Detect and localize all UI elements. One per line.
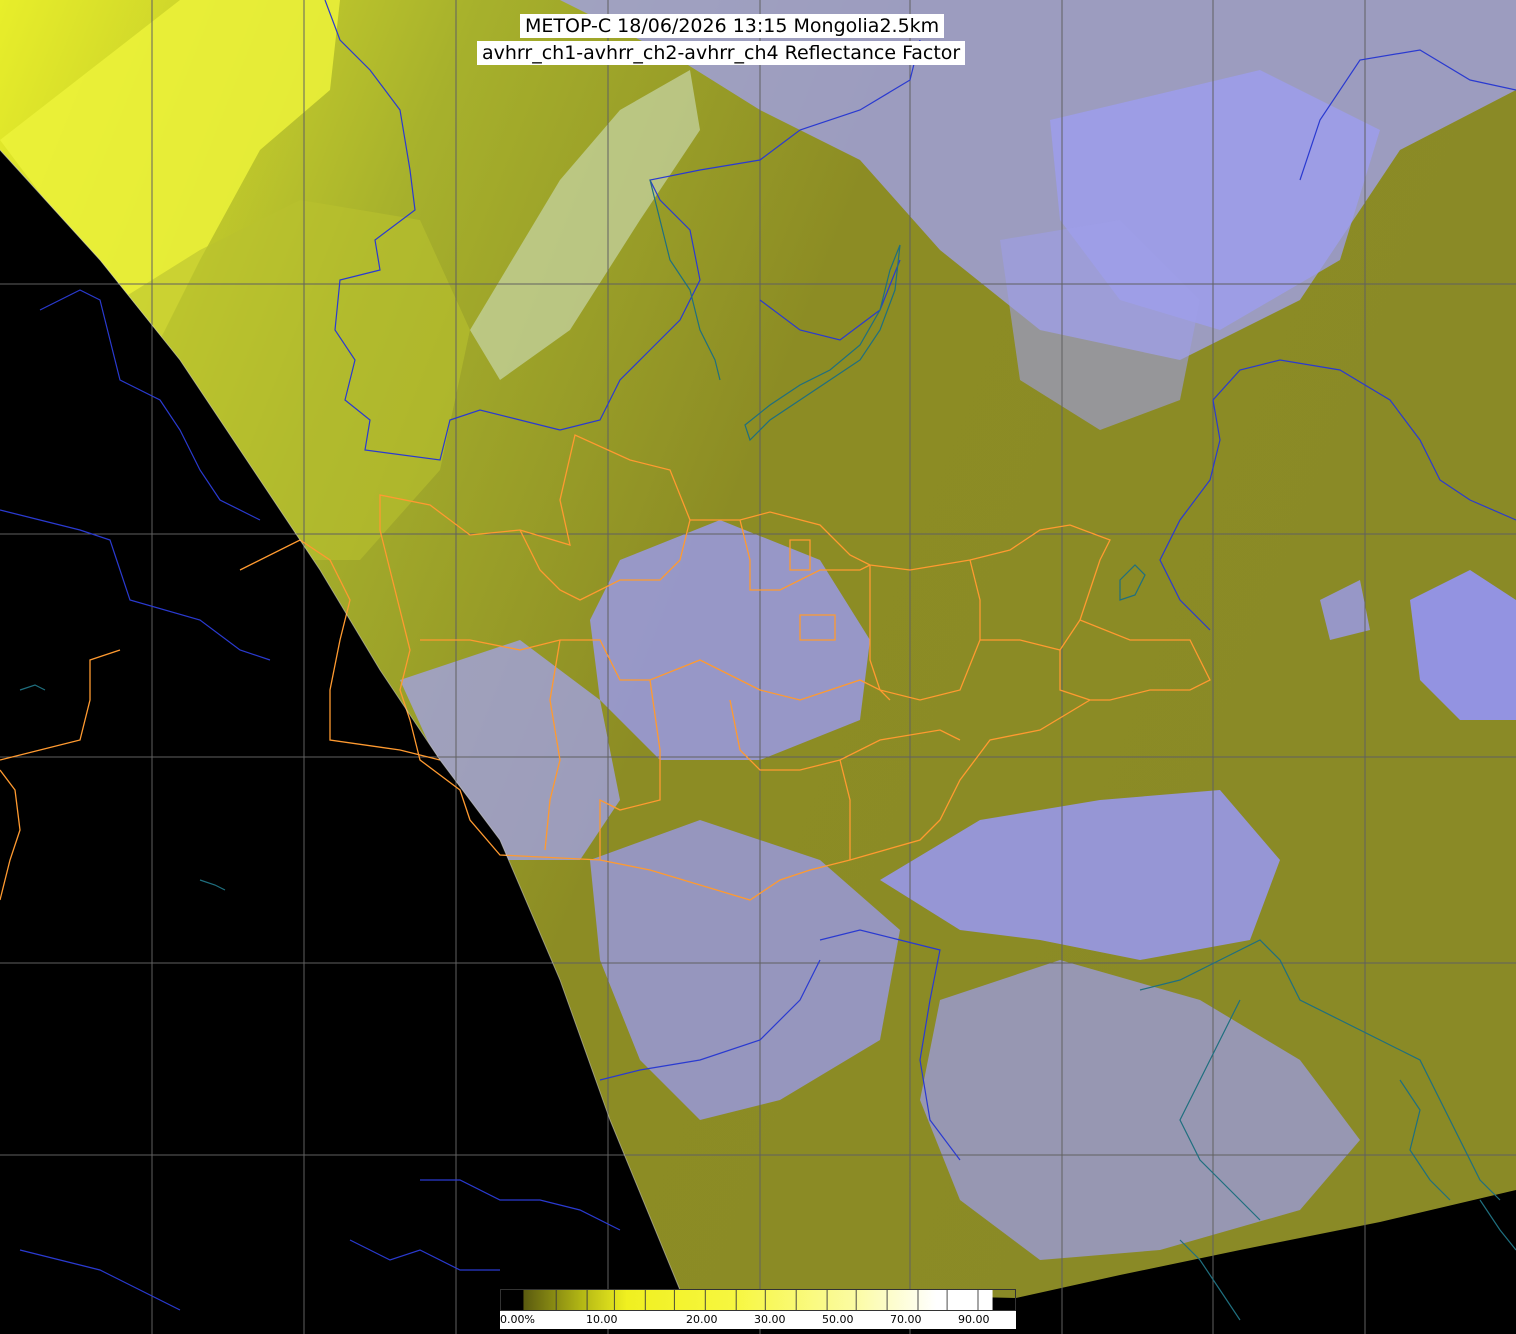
legend-labels: 0.00% 10.00 20.00 30.00 50.00 70.00 90.0… [500, 1311, 1016, 1329]
legend-label: 70.00 [890, 1313, 922, 1326]
legend-label: 20.00 [686, 1313, 718, 1326]
legend-label: 90.00 [958, 1313, 990, 1326]
map-title-line-2: avhrr_ch1-avhrr_ch2-avhrr_ch4 Reflectanc… [477, 41, 966, 65]
color-legend: 0.00% 10.00 20.00 30.00 50.00 70.00 90.0… [500, 1289, 1016, 1329]
legend-color-bar [500, 1289, 1016, 1311]
satellite-map [0, 0, 1516, 1334]
legend-label: 50.00 [822, 1313, 854, 1326]
legend-label: 30.00 [754, 1313, 786, 1326]
legend-label: 10.00 [586, 1313, 618, 1326]
legend-label: 0.00% [500, 1313, 535, 1326]
map-title-line-1: METOP-C 18/06/2026 13:15 Mongolia2.5km [520, 14, 945, 38]
